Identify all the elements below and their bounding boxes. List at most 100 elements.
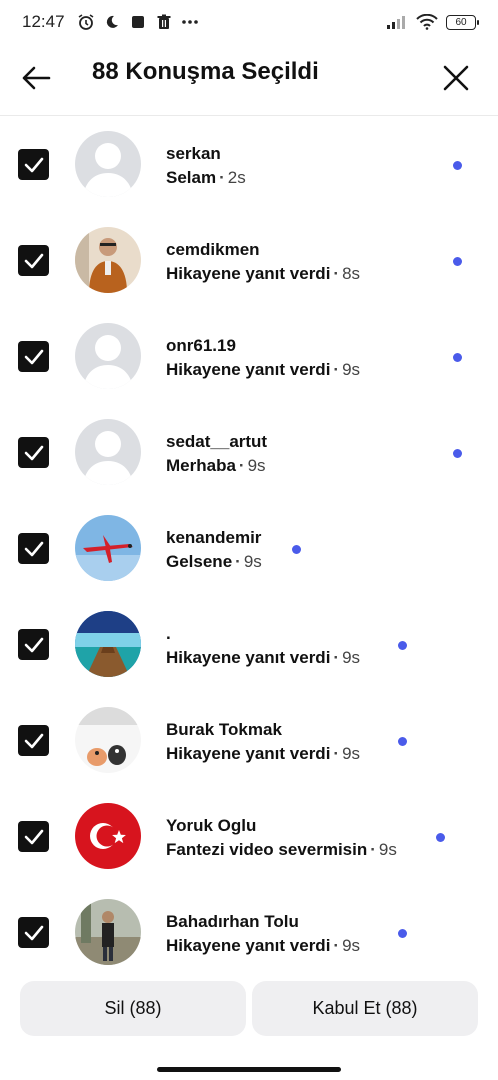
- unread-dot: [398, 737, 407, 746]
- conversation-row[interactable]: sedat__artut Merhaba · 9s: [0, 405, 498, 501]
- select-checkbox[interactable]: [18, 245, 49, 276]
- trash-icon: [155, 13, 173, 31]
- unread-dot: [398, 929, 407, 938]
- conversation-preview: Gelsene · 9s: [166, 552, 262, 571]
- select-checkbox[interactable]: [18, 149, 49, 180]
- avatar[interactable]: [75, 227, 141, 293]
- check-icon: [24, 733, 43, 748]
- unread-dot: [436, 833, 445, 842]
- check-icon: [24, 925, 43, 940]
- conversation-name: Burak Tokmak: [166, 720, 282, 739]
- message-time: 9s: [243, 552, 262, 571]
- message-text: Hikayene yanıt verdi: [166, 360, 331, 379]
- conversation-name: sedat__artut: [166, 432, 268, 451]
- status-bar: 12:47 60: [0, 0, 498, 44]
- message-time: 9s: [342, 744, 361, 763]
- conversation-preview: Hikayene yanıt verdi · 9s: [166, 648, 361, 667]
- message-time: 9s: [342, 936, 361, 955]
- message-time: 9s: [247, 456, 266, 475]
- conversation-name: .: [166, 624, 171, 643]
- message-time: 8s: [342, 264, 361, 283]
- message-time: 9s: [342, 360, 361, 379]
- check-icon: [24, 445, 43, 460]
- avatar[interactable]: [75, 515, 141, 581]
- battery-icon: 60: [446, 14, 479, 30]
- avatar[interactable]: [75, 419, 141, 485]
- avatar[interactable]: [75, 707, 141, 773]
- home-indicator[interactable]: [157, 1067, 341, 1072]
- message-time: 9s: [342, 648, 361, 667]
- conversation-row[interactable]: Bahadırhan Tolu Hikayene yanıt verdi · 9s: [0, 885, 498, 981]
- conversation-preview: Hikayene yanıt verdi · 8s: [166, 264, 361, 283]
- select-checkbox[interactable]: [18, 629, 49, 660]
- conversation-preview: Hikayene yanıt verdi · 9s: [166, 744, 361, 763]
- moon-icon: [103, 13, 121, 31]
- unread-dot: [453, 353, 462, 362]
- unread-dot: [453, 449, 462, 458]
- avatar[interactable]: [75, 131, 141, 197]
- conversation-preview: Hikayene yanıt verdi · 9s: [166, 936, 361, 955]
- message-text: Fantezi video severmisin: [166, 840, 368, 859]
- status-time: 12:47: [22, 12, 65, 31]
- check-icon: [24, 829, 43, 844]
- conversation-row[interactable]: kenandemir Gelsene · 9s: [0, 501, 498, 597]
- conversation-row[interactable]: Yoruk Oglu Fantezi video severmisin · 9s: [0, 789, 498, 885]
- message-time: 2s: [227, 168, 246, 187]
- conversation-name: kenandemir: [166, 528, 262, 547]
- more-icon: [181, 13, 199, 31]
- conversation-name: onr61.19: [166, 336, 236, 355]
- conversation-name: cemdikmen: [166, 240, 260, 259]
- message-text: Gelsene: [166, 552, 233, 571]
- message-text: Merhaba: [166, 456, 236, 475]
- unread-dot: [453, 161, 462, 170]
- avatar[interactable]: [75, 323, 141, 389]
- check-icon: [24, 637, 43, 652]
- check-icon: [24, 541, 43, 556]
- select-checkbox[interactable]: [18, 341, 49, 372]
- conversation-preview: Fantezi video severmisin · 9s: [166, 840, 397, 859]
- conversation-name: Bahadırhan Tolu: [166, 912, 299, 931]
- select-checkbox[interactable]: [18, 917, 49, 948]
- conversation-name: Yoruk Oglu: [166, 816, 257, 835]
- back-button[interactable]: [18, 60, 54, 96]
- unread-dot: [453, 257, 462, 266]
- selection-header: 88 Konuşma Seçildi: [0, 44, 498, 116]
- wifi-icon: [416, 13, 438, 31]
- page-title: 88 Konuşma Seçildi: [92, 58, 319, 85]
- delete-button[interactable]: Sil (88): [20, 981, 246, 1036]
- conversation-row[interactable]: cemdikmen Hikayene yanıt verdi · 8s: [0, 213, 498, 309]
- close-button[interactable]: [438, 60, 474, 96]
- bulk-actions: Sil (88) Kabul Et (88): [20, 981, 478, 1036]
- signal-icon: [386, 13, 408, 31]
- arrow-left-icon: [22, 66, 51, 90]
- message-text: Hikayene yanıt verdi: [166, 744, 331, 763]
- unread-dot: [398, 641, 407, 650]
- avatar[interactable]: [75, 611, 141, 677]
- message-text: Hikayene yanıt verdi: [166, 264, 331, 283]
- select-checkbox[interactable]: [18, 437, 49, 468]
- check-icon: [24, 157, 43, 172]
- message-text: Selam: [166, 168, 217, 187]
- avatar[interactable]: [75, 899, 141, 965]
- check-icon: [24, 349, 43, 364]
- message-text: Hikayene yanıt verdi: [166, 648, 331, 667]
- close-icon: [443, 65, 469, 91]
- conversation-row[interactable]: Burak Tokmak Hikayene yanıt verdi · 9s: [0, 693, 498, 789]
- alarm-icon: [77, 13, 95, 31]
- conversation-preview: Merhaba · 9s: [166, 456, 266, 475]
- avatar[interactable]: [75, 803, 141, 869]
- select-checkbox[interactable]: [18, 821, 49, 852]
- conversation-row[interactable]: onr61.19 Hikayene yanıt verdi · 9s: [0, 309, 498, 405]
- message-time: 9s: [378, 840, 397, 859]
- conversation-row[interactable]: serkan Selam · 2s: [0, 117, 498, 213]
- select-checkbox[interactable]: [18, 533, 49, 564]
- conversation-list: serkan Selam · 2s cemdikmen Hikayene yanıt…: [0, 117, 498, 981]
- accept-button[interactable]: Kabul Et (88): [252, 981, 478, 1036]
- conversation-name: serkan: [166, 144, 221, 163]
- conversation-preview: Selam · 2s: [166, 168, 246, 187]
- message-text: Hikayene yanıt verdi: [166, 936, 331, 955]
- conversation-row[interactable]: . Hikayene yanıt verdi · 9s: [0, 597, 498, 693]
- unread-dot: [292, 545, 301, 554]
- select-checkbox[interactable]: [18, 725, 49, 756]
- conversation-preview: Hikayene yanıt verdi · 9s: [166, 360, 361, 379]
